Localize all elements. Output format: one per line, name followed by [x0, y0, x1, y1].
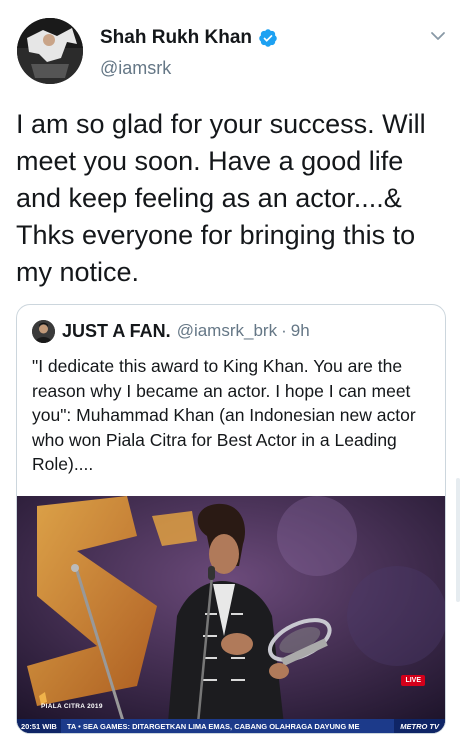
tweet-text: I am so glad for your success. Will meet… [16, 109, 426, 287]
ticker-time: 20:51 WIB [17, 719, 61, 733]
quoted-author-name[interactable]: JUST A FAN. [62, 321, 171, 342]
quoted-avatar-image [32, 319, 55, 343]
chevron-down-icon[interactable] [430, 30, 446, 42]
author-avatar-image [17, 18, 83, 84]
author-handle[interactable]: @iamsrk [100, 58, 171, 79]
scrollbar[interactable] [456, 478, 460, 602]
verified-badge-icon [259, 29, 277, 47]
tweet-header: Shah Rukh Khan @iamsrk [0, 0, 462, 98]
author-avatar[interactable] [17, 18, 83, 84]
quoted-author-handle[interactable]: @iamsrk_brk [177, 321, 277, 341]
broadcaster-logo: METRO TV [394, 719, 445, 733]
video-caption: PIALA CITRA 2019 [41, 703, 103, 710]
quoted-video[interactable]: PIALA CITRA 2019 LIVE 20:51 WIB TA • SEA… [17, 496, 445, 733]
author-name[interactable]: Shah Rukh Khan [100, 27, 252, 49]
ticker-text: TA • SEA GAMES: DITARGETKAN LIMA EMAS, C… [66, 722, 360, 731]
news-ticker: 20:51 WIB TA • SEA GAMES: DITARGETKAN LI… [17, 719, 445, 733]
video-frame-image [17, 496, 445, 733]
quoted-timestamp[interactable]: 9h [291, 321, 310, 341]
quoted-separator: · [281, 321, 287, 340]
live-badge: LIVE [401, 675, 425, 686]
quoted-tweet[interactable]: JUST A FAN. @iamsrk_brk · 9h "I dedicate… [16, 304, 446, 734]
quoted-author-avatar[interactable] [32, 319, 55, 343]
quoted-tweet-text: "I dedicate this award to King Khan. You… [32, 356, 416, 474]
